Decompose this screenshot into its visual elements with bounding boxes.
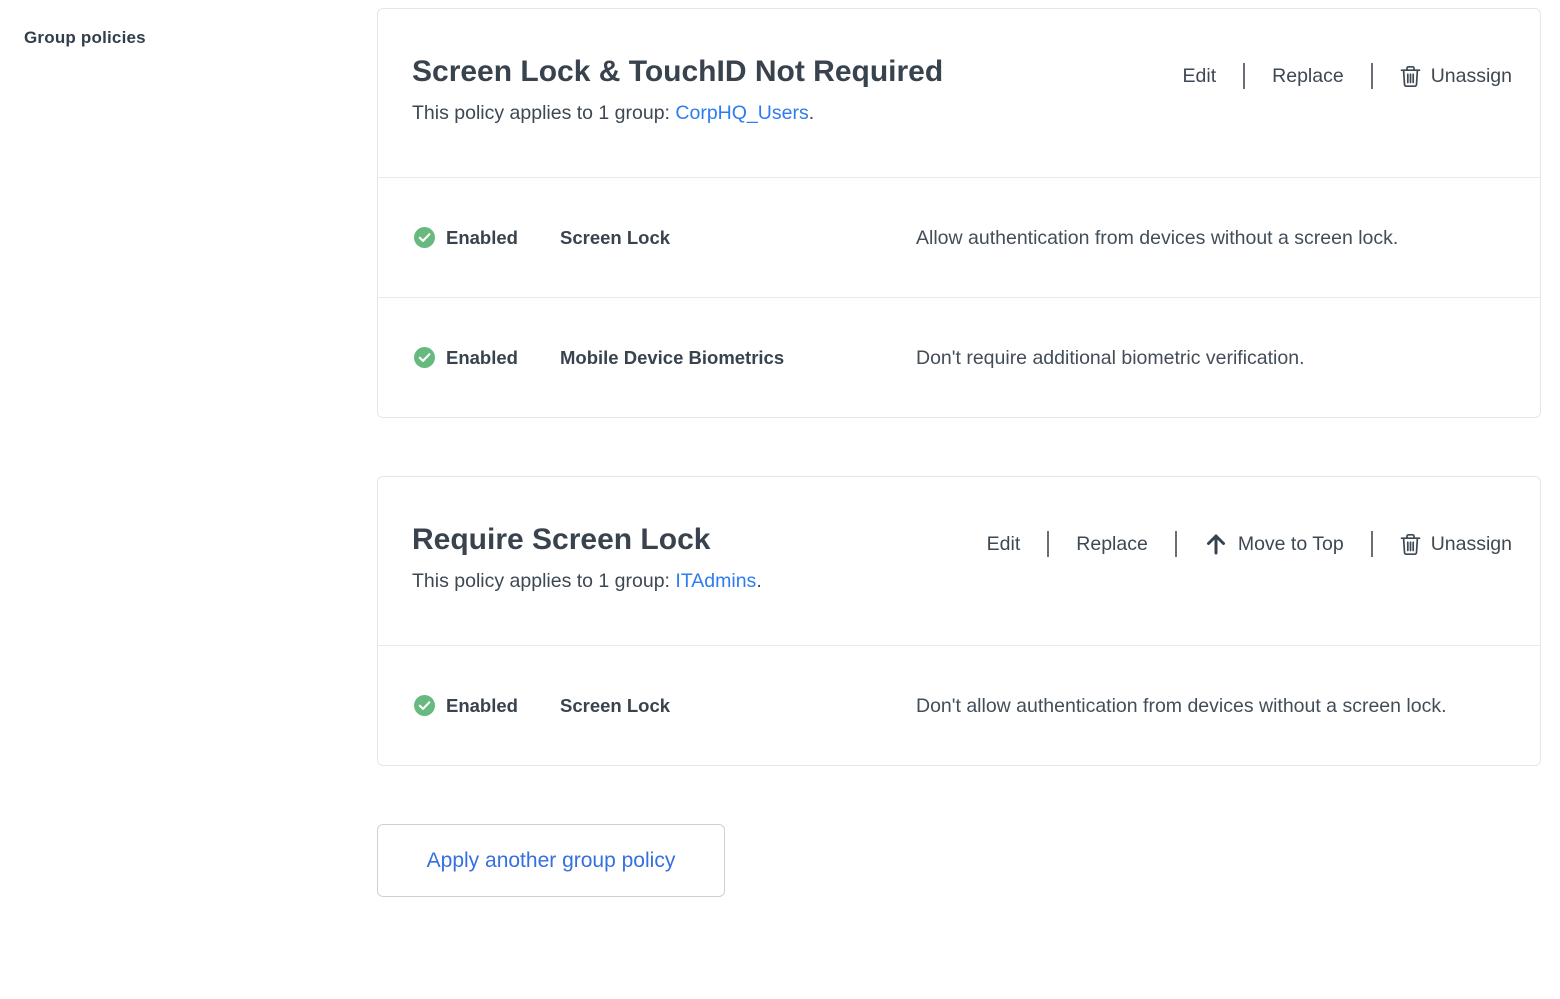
policy-setting-row-screen-lock: Enabled Screen Lock Don't allow authenti… (378, 645, 1540, 765)
action-separator (1243, 63, 1245, 89)
replace-action[interactable]: Replace (1272, 65, 1344, 88)
policy-title: Require Screen Lock (412, 523, 762, 556)
check-circle-icon (414, 695, 435, 716)
status-label: Enabled (446, 347, 518, 369)
unassign-label: Unassign (1431, 65, 1512, 88)
policy-setting-row-screen-lock: Enabled Screen Lock Allow authentication… (378, 177, 1540, 297)
applies-prefix: This policy applies to 1 group: (412, 102, 675, 124)
trash-icon (1400, 533, 1421, 556)
setting-description: Allow authentication from devices withou… (916, 218, 1540, 258)
applies-prefix: This policy applies to 1 group: (412, 570, 675, 592)
trash-icon (1400, 65, 1421, 88)
policy-title: Screen Lock & TouchID Not Required (412, 55, 943, 88)
policy-applies-text: This policy applies to 1 group: CorpHQ_U… (412, 102, 943, 125)
check-circle-icon (414, 347, 435, 368)
action-separator (1047, 531, 1049, 557)
edit-action[interactable]: Edit (987, 533, 1021, 556)
setting-status: Enabled (414, 695, 560, 717)
move-to-top-action[interactable]: Move to Top (1204, 532, 1344, 556)
policy-setting-row-mobile-biometrics: Enabled Mobile Device Biometrics Don't r… (378, 297, 1540, 417)
setting-description: Don't require additional biometric verif… (916, 338, 1540, 378)
applies-suffix: . (809, 102, 814, 124)
group-link-corphq-users[interactable]: CorpHQ_Users (675, 102, 808, 124)
policy-card-screen-lock-touchid: Screen Lock & TouchID Not Required This … (377, 8, 1541, 418)
status-label: Enabled (446, 695, 518, 717)
setting-status: Enabled (414, 227, 560, 249)
group-policies-label: Group policies (24, 28, 146, 48)
status-label: Enabled (446, 227, 518, 249)
arrow-up-icon (1204, 532, 1228, 556)
unassign-action[interactable]: Unassign (1400, 65, 1512, 88)
setting-description: Don't allow authentication from devices … (916, 686, 1540, 726)
policy-header-text: Screen Lock & TouchID Not Required This … (412, 55, 943, 125)
unassign-action[interactable]: Unassign (1400, 533, 1512, 556)
check-circle-icon (414, 227, 435, 248)
edit-action[interactable]: Edit (1183, 65, 1217, 88)
apply-group-policy-button[interactable]: Apply another group policy (377, 824, 725, 897)
policy-actions: Edit Replace Unassign (1183, 63, 1512, 89)
policy-applies-text: This policy applies to 1 group: ITAdmins… (412, 570, 762, 593)
action-separator (1371, 531, 1373, 557)
policy-card-header: Require Screen Lock This policy applies … (378, 477, 1540, 645)
action-separator (1371, 63, 1373, 89)
policy-actions: Edit Replace Move to Top (987, 531, 1512, 557)
setting-name: Screen Lock (560, 227, 916, 249)
group-link-itadmins[interactable]: ITAdmins (675, 570, 756, 592)
action-separator (1175, 531, 1177, 557)
policy-header-text: Require Screen Lock This policy applies … (412, 523, 762, 593)
policy-card-require-screen-lock: Require Screen Lock This policy applies … (377, 476, 1541, 766)
setting-status: Enabled (414, 347, 560, 369)
setting-name: Mobile Device Biometrics (560, 347, 916, 369)
unassign-label: Unassign (1431, 533, 1512, 556)
policy-card-header: Screen Lock & TouchID Not Required This … (378, 9, 1540, 177)
move-to-top-label: Move to Top (1238, 533, 1344, 556)
group-policies-panel: Screen Lock & TouchID Not Required This … (377, 8, 1541, 897)
applies-suffix: . (756, 570, 761, 592)
setting-name: Screen Lock (560, 695, 916, 717)
replace-action[interactable]: Replace (1076, 533, 1148, 556)
